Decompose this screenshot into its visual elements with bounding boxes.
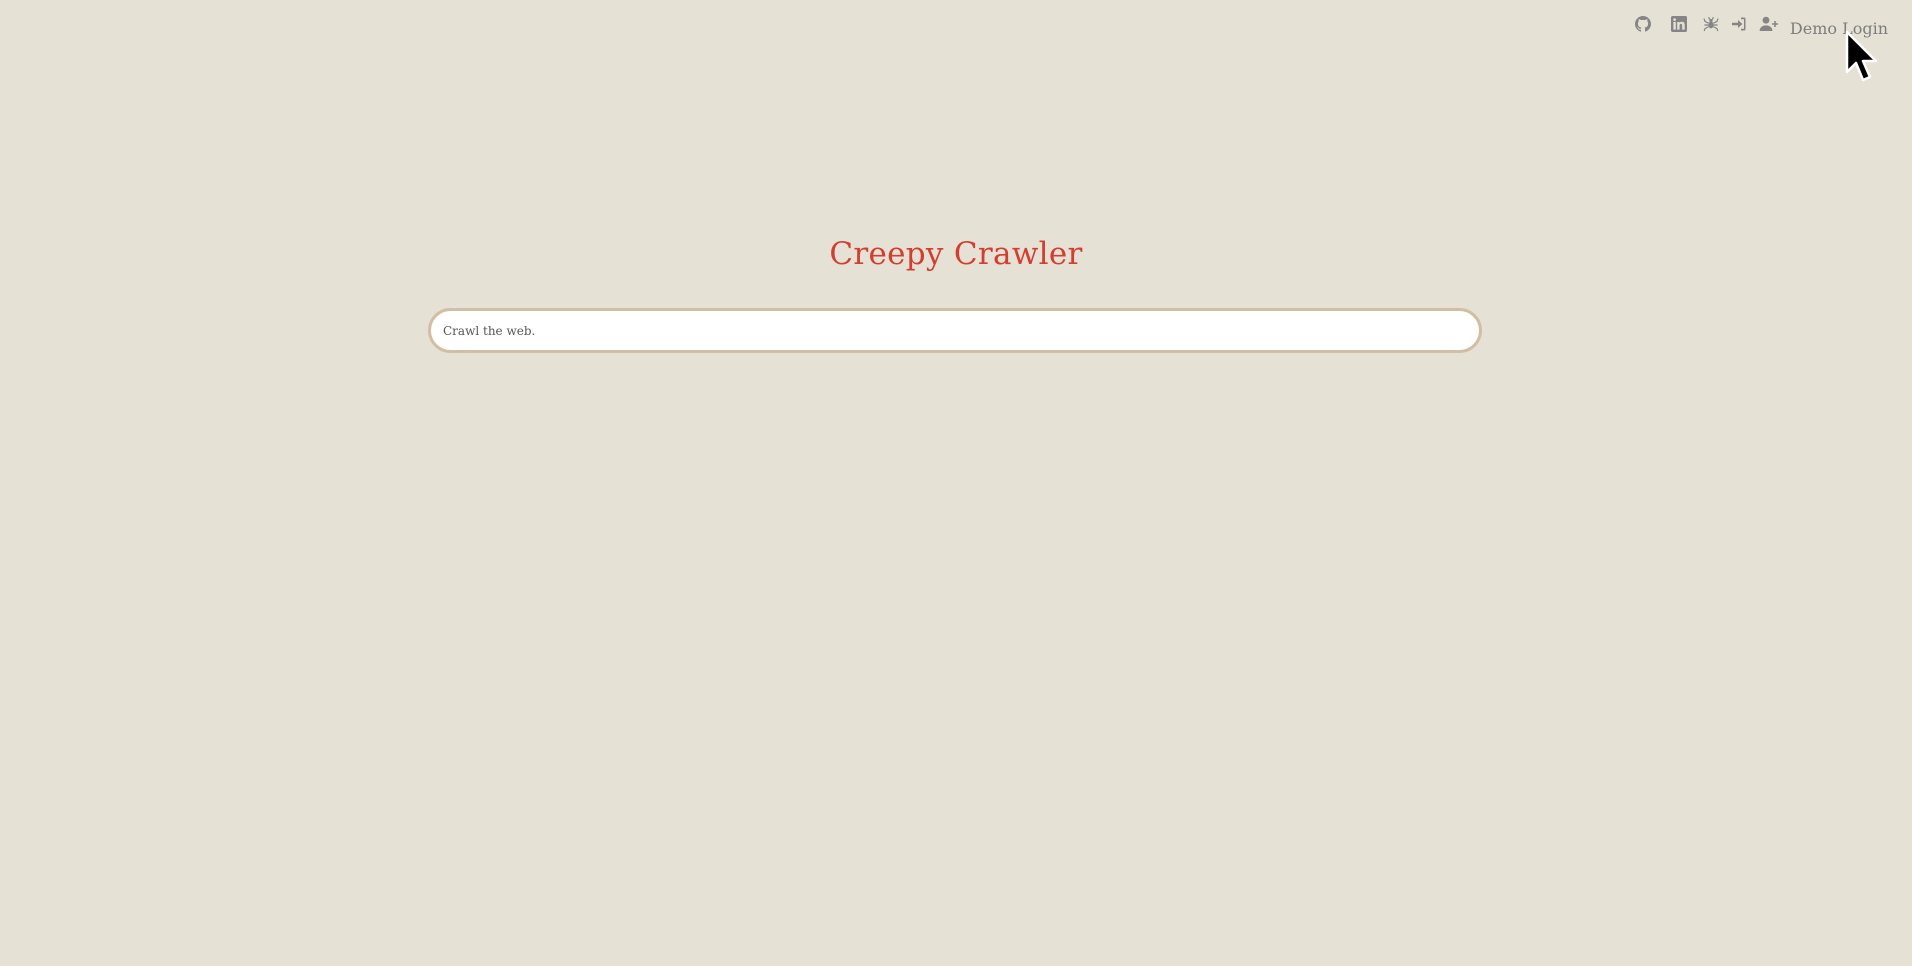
top-nav: Demo Login xyxy=(1620,12,1888,38)
linkedin-icon[interactable] xyxy=(1670,15,1688,33)
search-bar xyxy=(428,308,1482,353)
page: Demo Login Creepy Crawler xyxy=(0,0,1912,966)
github-icon[interactable] xyxy=(1634,15,1652,33)
search-input[interactable] xyxy=(431,311,1479,350)
page-title: Creepy Crawler xyxy=(829,236,1083,272)
demo-login-link[interactable]: Demo Login xyxy=(1790,19,1888,38)
sign-in-icon[interactable] xyxy=(1730,15,1748,33)
user-plus-icon[interactable] xyxy=(1758,15,1780,33)
spider-icon[interactable] xyxy=(1702,15,1720,33)
mouse-cursor-icon xyxy=(1845,30,1878,82)
